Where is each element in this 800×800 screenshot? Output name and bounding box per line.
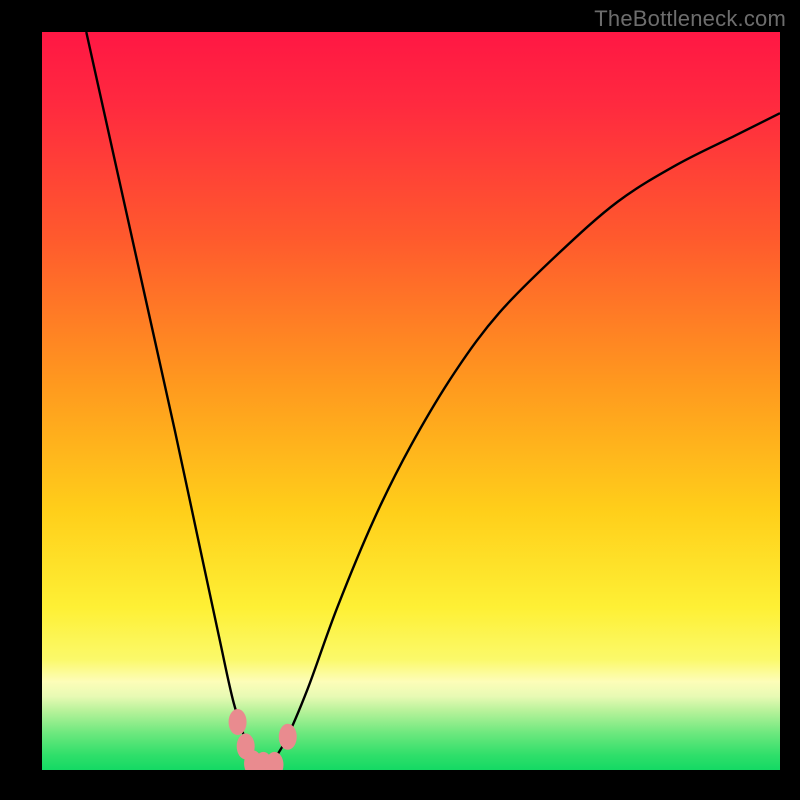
chart-svg (42, 32, 780, 770)
curve-markers (229, 709, 297, 770)
watermark-text: TheBottleneck.com (594, 6, 786, 32)
curve-marker (279, 724, 297, 750)
curve-marker (229, 709, 247, 735)
plot-area (42, 32, 780, 770)
chart-frame: TheBottleneck.com (0, 0, 800, 800)
bottleneck-curve (86, 32, 780, 767)
